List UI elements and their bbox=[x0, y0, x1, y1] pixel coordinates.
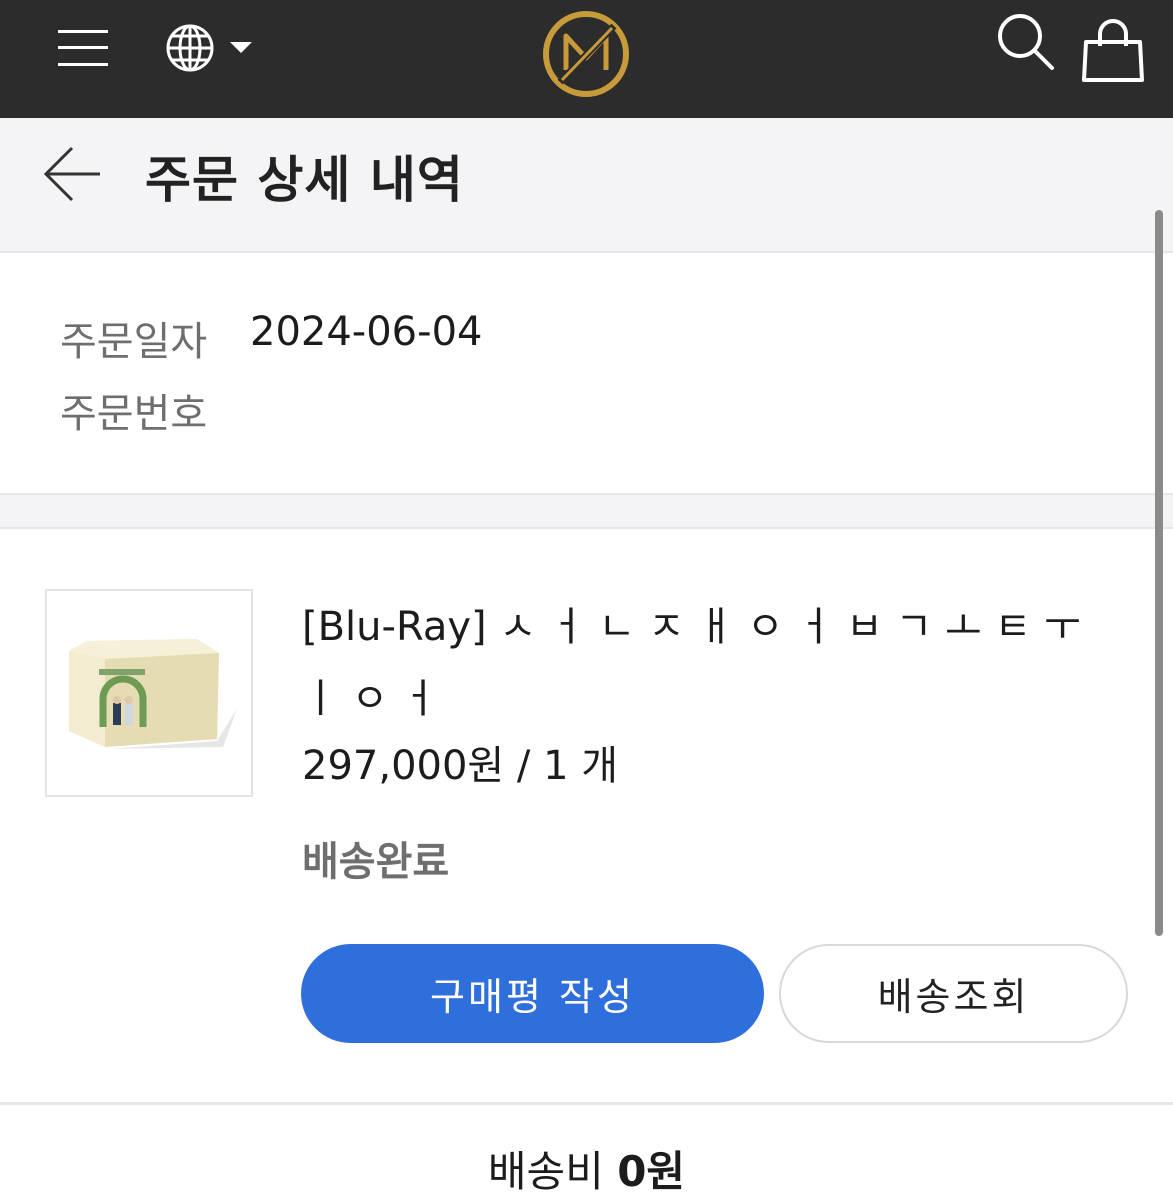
shipping-fee-value: 0원 bbox=[617, 1147, 686, 1196]
shopping-bag-icon[interactable] bbox=[1080, 16, 1146, 86]
delivery-status: 배송완료 bbox=[302, 839, 450, 885]
chevron-down-icon bbox=[230, 42, 252, 53]
summary-divider bbox=[0, 1102, 1173, 1105]
order-info-section: 주문일자 2024-06-04 주문번호 bbox=[0, 255, 1173, 493]
shipping-fee-row: 배송비 0원 bbox=[0, 1138, 1173, 1199]
order-date-value: 2024-06-04 bbox=[250, 309, 483, 355]
section-divider bbox=[0, 493, 1173, 529]
product-thumbnail[interactable] bbox=[45, 589, 253, 797]
top-nav-bar bbox=[0, 0, 1173, 118]
write-review-button[interactable]: 구매평 작성 bbox=[301, 944, 764, 1043]
order-number-label: 주문번호 bbox=[60, 391, 208, 437]
search-icon[interactable] bbox=[994, 10, 1058, 74]
page-title: 주문 상세 내역 bbox=[145, 151, 464, 209]
product-name[interactable]: [Blu-Ray] ㅅ ㅓ ㄴ ㅈ ㅐ ㅇ ㅓ ㅂ ㄱ ㅗ ㅌ ㅜ ㅣ ㅇ ㅓ bbox=[302, 591, 1122, 735]
order-date-label: 주문일자 bbox=[60, 319, 208, 365]
page-header: 주문 상세 내역 bbox=[0, 118, 1173, 253]
shipping-fee-label: 배송비 bbox=[487, 1147, 604, 1196]
back-arrow-icon[interactable] bbox=[40, 144, 106, 204]
scrollbar[interactable] bbox=[1155, 210, 1163, 936]
globe-icon bbox=[166, 24, 214, 72]
order-item: [Blu-Ray] ㅅ ㅓ ㄴ ㅈ ㅐ ㅇ ㅓ ㅂ ㄱ ㅗ ㅌ ㅜ ㅣ ㅇ ㅓ … bbox=[0, 529, 1173, 1104]
track-delivery-button[interactable]: 배송조회 bbox=[779, 944, 1128, 1043]
language-selector[interactable] bbox=[162, 20, 262, 76]
brand-logo[interactable] bbox=[538, 8, 634, 100]
product-price-quantity: 297,000원 / 1 개 bbox=[302, 743, 619, 789]
menu-icon[interactable] bbox=[56, 26, 112, 70]
